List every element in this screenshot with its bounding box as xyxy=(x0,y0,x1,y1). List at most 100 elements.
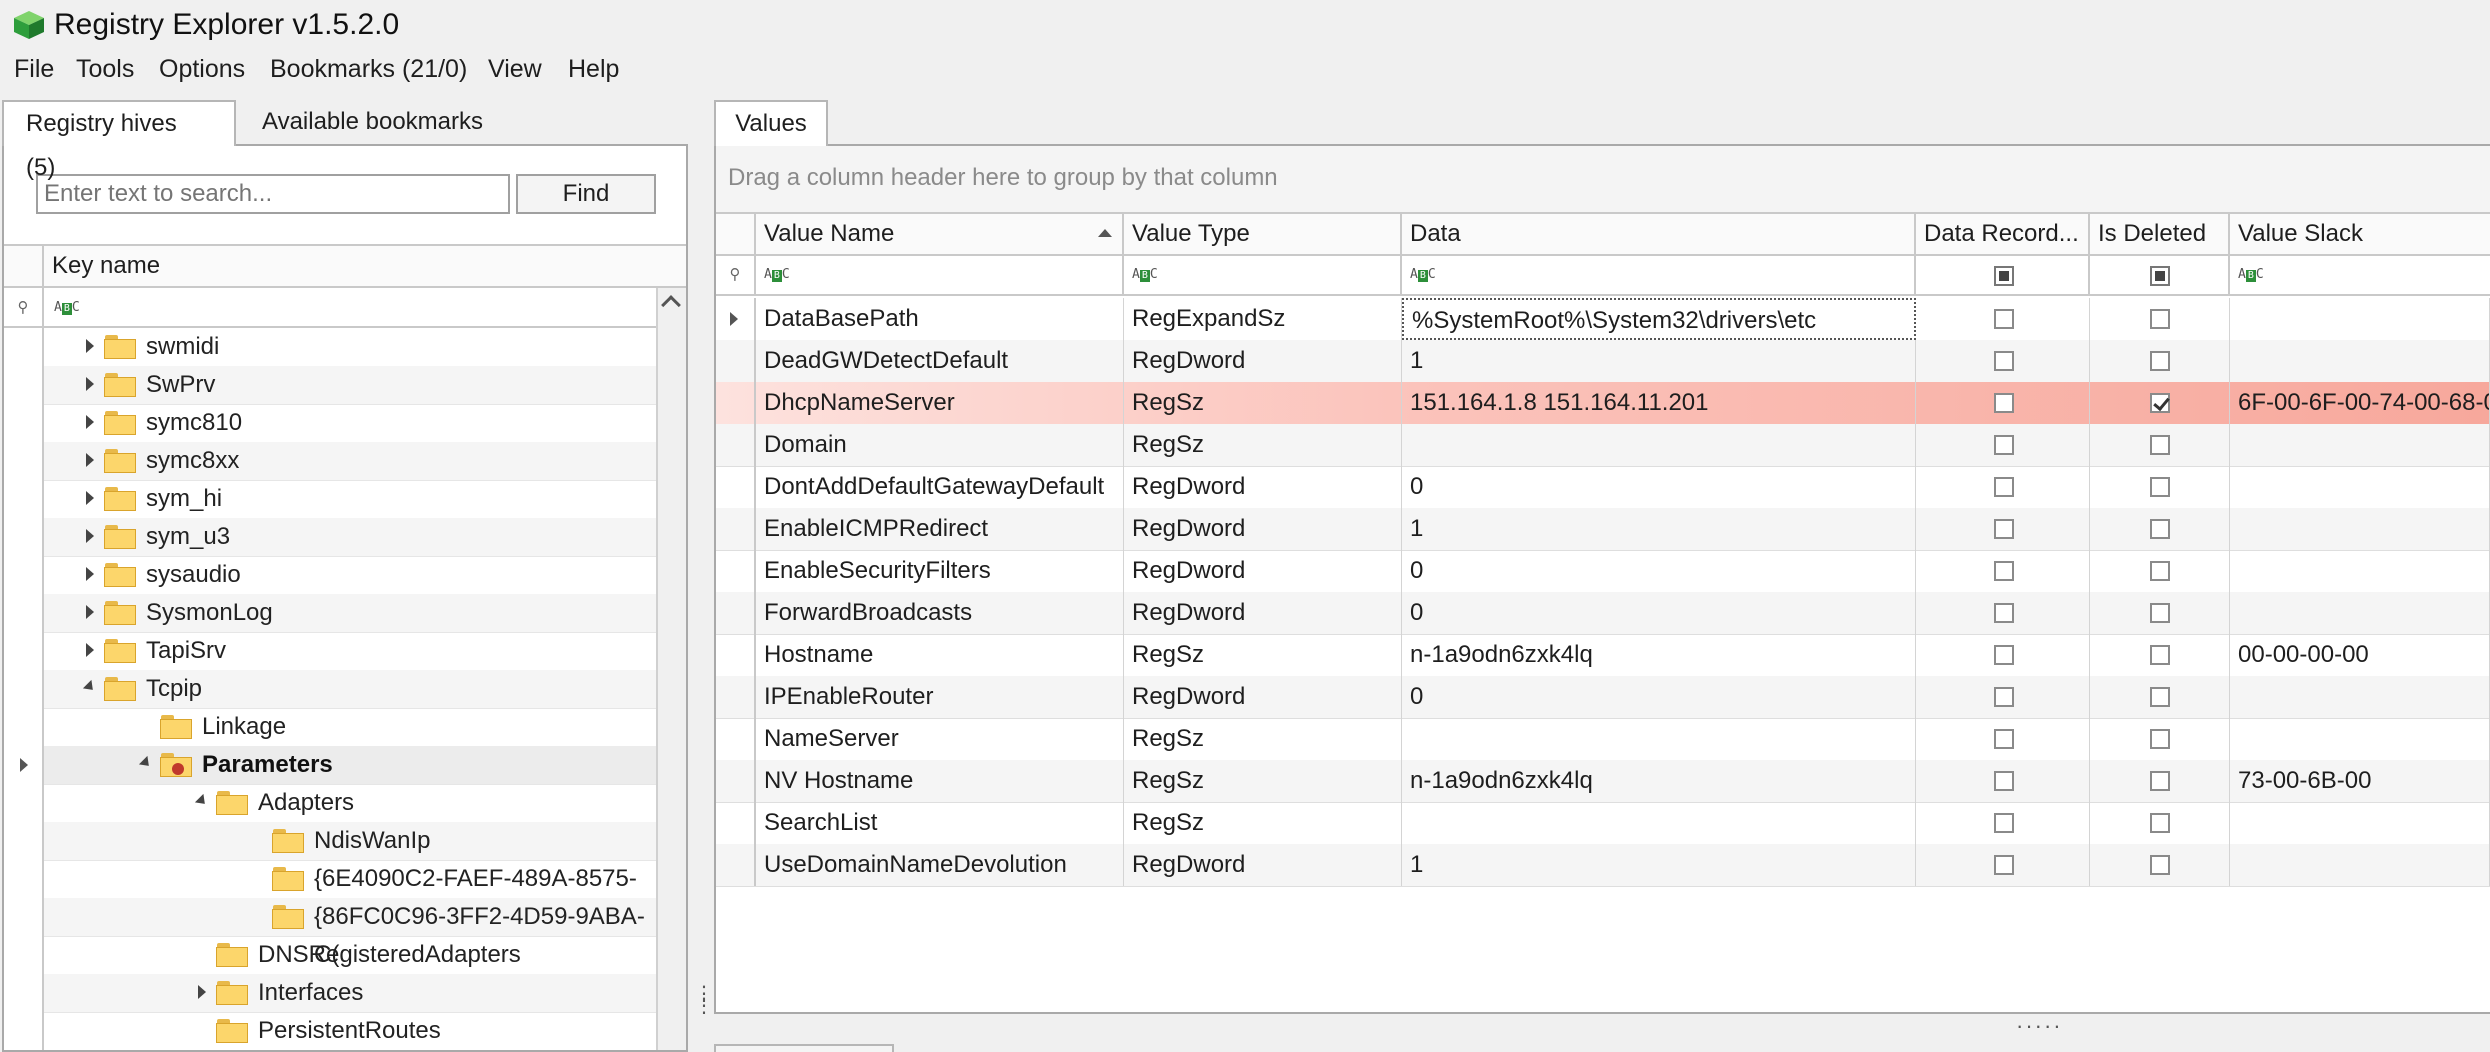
cell-data-record[interactable] xyxy=(1916,424,2090,466)
expand-arrow-icon[interactable] xyxy=(86,605,94,619)
cell-type[interactable]: RegDword xyxy=(1124,844,1402,886)
checkbox[interactable] xyxy=(1994,645,2014,665)
cell-name[interactable]: IPEnableRouter xyxy=(756,676,1124,718)
filter-data-record[interactable] xyxy=(1916,256,2090,294)
filter-data[interactable]: ABC xyxy=(1402,256,1916,294)
checkbox[interactable] xyxy=(1994,561,2014,581)
column-header-value-name[interactable]: Value Name xyxy=(756,214,1124,254)
cell-name[interactable]: DataBasePath xyxy=(756,298,1124,340)
menu-tools[interactable]: Tools xyxy=(76,50,134,88)
filter-value-slack[interactable]: ABC xyxy=(2230,256,2490,294)
tree-item[interactable]: Tcpip xyxy=(44,670,656,709)
cell-type[interactable]: RegDword xyxy=(1124,508,1402,550)
cell-deleted[interactable] xyxy=(2090,760,2230,802)
expand-arrow-icon[interactable] xyxy=(86,377,94,391)
checkbox[interactable] xyxy=(2150,813,2170,833)
cell-type[interactable]: RegSz xyxy=(1124,424,1402,466)
cell-data[interactable]: 1 xyxy=(1402,844,1916,886)
cell-slack[interactable]: 6F-00-6F-00-74-00-68-0 xyxy=(2230,382,2490,424)
cell-data[interactable]: 0 xyxy=(1402,466,1916,508)
cell-data[interactable]: 1 xyxy=(1402,340,1916,382)
cell-data[interactable]: n-1a9odn6zxk4lq xyxy=(1402,634,1916,676)
cell-deleted[interactable] xyxy=(2090,592,2230,634)
cell-name[interactable]: ForwardBroadcasts xyxy=(756,592,1124,634)
cell-data-record[interactable] xyxy=(1916,592,2090,634)
table-row[interactable]: DeadGWDetectDefault RegDword 1 xyxy=(716,340,2490,383)
scroll-up-icon[interactable] xyxy=(661,295,681,315)
tree-item[interactable]: Parameters xyxy=(44,746,656,785)
column-header-data-record[interactable]: Data Record... xyxy=(1916,214,2090,254)
cell-data-record[interactable] xyxy=(1916,508,2090,550)
cell-type[interactable]: RegSz xyxy=(1124,718,1402,760)
checkbox[interactable] xyxy=(1994,393,2014,413)
column-header-is-deleted[interactable]: Is Deleted xyxy=(2090,214,2230,254)
checkbox[interactable] xyxy=(1994,477,2014,497)
checkbox-filter-icon[interactable] xyxy=(1994,266,2014,286)
tree-item[interactable]: symc8xx xyxy=(44,442,656,481)
cell-deleted[interactable] xyxy=(2090,634,2230,676)
menu-file[interactable]: File xyxy=(14,50,54,88)
cell-slack[interactable] xyxy=(2230,550,2490,592)
expand-arrow-icon[interactable] xyxy=(86,567,94,581)
cell-data[interactable] xyxy=(1402,424,1916,466)
tab-available-bookmarks[interactable]: Available bookmarks (57/0) xyxy=(240,100,570,179)
cell-name[interactable]: NV Hostname xyxy=(756,760,1124,802)
collapse-arrow-icon[interactable] xyxy=(82,679,98,695)
cell-data-record[interactable] xyxy=(1916,676,2090,718)
checkbox[interactable] xyxy=(2150,351,2170,371)
cell-data[interactable]: n-1a9odn6zxk4lq xyxy=(1402,760,1916,802)
group-by-panel[interactable]: Drag a column header here to group by th… xyxy=(716,146,2490,214)
tree-item[interactable]: {6E4090C2-FAEF-489A-8575-5( xyxy=(44,860,656,930)
cell-type[interactable]: RegSz xyxy=(1124,382,1402,424)
checkbox[interactable] xyxy=(1994,603,2014,623)
cell-slack[interactable] xyxy=(2230,508,2490,550)
cell-slack[interactable] xyxy=(2230,298,2490,340)
expand-arrow-icon[interactable] xyxy=(86,491,94,505)
tree-item[interactable]: sym_hi xyxy=(44,480,656,519)
table-row[interactable]: SearchList RegSz xyxy=(716,802,2490,845)
bottom-splitter-grip-icon[interactable]: ····· xyxy=(2016,1015,2063,1037)
checkbox[interactable] xyxy=(2150,519,2170,539)
tree-item[interactable]: Linkage xyxy=(44,708,656,747)
expand-arrow-icon[interactable] xyxy=(86,339,94,353)
cell-data-record[interactable] xyxy=(1916,340,2090,382)
filter-value-type[interactable]: ABC xyxy=(1124,256,1402,294)
column-header-data[interactable]: Data xyxy=(1402,214,1916,254)
cell-data-record[interactable] xyxy=(1916,634,2090,676)
cell-deleted[interactable] xyxy=(2090,508,2230,550)
search-input[interactable] xyxy=(36,174,510,214)
cell-deleted[interactable] xyxy=(2090,550,2230,592)
tree-item[interactable]: sym_u3 xyxy=(44,518,656,557)
tree-item[interactable]: TapiSrv xyxy=(44,632,656,671)
cell-data-record[interactable] xyxy=(1916,718,2090,760)
cell-data-record[interactable] xyxy=(1916,382,2090,424)
cell-slack[interactable] xyxy=(2230,424,2490,466)
cell-deleted[interactable] xyxy=(2090,802,2230,844)
cell-slack[interactable] xyxy=(2230,718,2490,760)
cell-slack[interactable] xyxy=(2230,676,2490,718)
filter-value-name[interactable]: ABC xyxy=(756,256,1124,294)
text-filter-icon[interactable]: ABC xyxy=(54,300,80,315)
cell-name[interactable]: Hostname xyxy=(756,634,1124,676)
checkbox[interactable] xyxy=(1994,855,2014,875)
tree-item[interactable]: SysmonLog xyxy=(44,594,656,633)
menu-options[interactable]: Options xyxy=(159,50,245,88)
cell-slack[interactable] xyxy=(2230,844,2490,886)
table-row[interactable]: ForwardBroadcasts RegDword 0 xyxy=(716,592,2490,635)
column-header-value-slack[interactable]: Value Slack xyxy=(2230,214,2490,254)
cell-type[interactable]: RegDword xyxy=(1124,550,1402,592)
key-name-column-header[interactable]: Key name xyxy=(52,246,160,286)
cell-data-record[interactable] xyxy=(1916,844,2090,886)
checkbox[interactable] xyxy=(2150,435,2170,455)
checkbox[interactable] xyxy=(1994,519,2014,539)
cell-data[interactable]: 0 xyxy=(1402,592,1916,634)
column-header-value-type[interactable]: Value Type xyxy=(1124,214,1402,254)
table-row[interactable]: EnableICMPRedirect RegDword 1 xyxy=(716,508,2490,551)
expand-arrow-icon[interactable] xyxy=(86,415,94,429)
cell-type[interactable]: RegExpandSz xyxy=(1124,298,1402,340)
collapse-arrow-icon[interactable] xyxy=(194,793,210,809)
cell-name[interactable]: EnableICMPRedirect xyxy=(756,508,1124,550)
tree-item[interactable]: Adapters xyxy=(44,784,656,823)
menu-help[interactable]: Help xyxy=(568,50,619,88)
tree-item[interactable]: sysaudio xyxy=(44,556,656,595)
